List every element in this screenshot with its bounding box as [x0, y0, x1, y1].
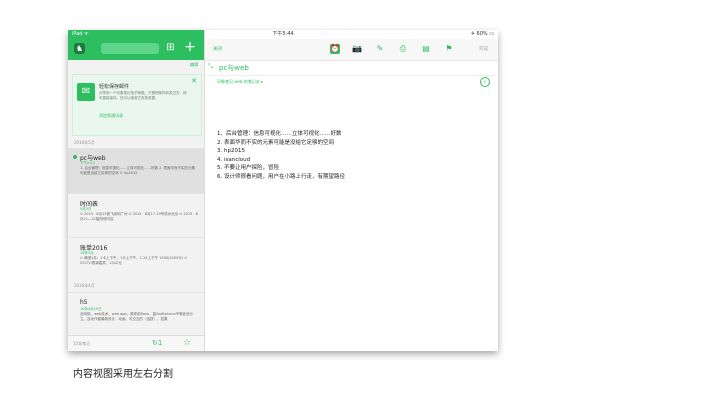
- list-item[interactable]: h5 16年4月15日 全网络、web技术、web app、原来用flash、蓝…: [68, 292, 204, 336]
- flag-icon[interactable]: ⚑: [444, 44, 454, 54]
- close-icon[interactable]: ✕: [191, 77, 197, 85]
- notebook-selector[interactable]: 印象笔记.web 的笔记本 ▸: [217, 79, 263, 85]
- info-icon[interactable]: i: [480, 77, 490, 87]
- pen-icon[interactable]: ✎: [375, 44, 385, 54]
- note-snippet: ⊙ 2015 · 8月13首飞深圳广州 ⊙ 2015 · 8月17-19号杭州北…: [80, 212, 198, 221]
- envelope-icon: ✉: [77, 83, 95, 101]
- figure-caption: 内容视图采用左右分割: [73, 369, 173, 380]
- editor-toolbar: 关闭 ⏰ 📷 ✎ ⎙ ▤ ⚑ 完成: [205, 39, 498, 61]
- note-snippet: 全网络、web技术、web app、原来用flash、蓝Swiftphone不等…: [80, 312, 194, 321]
- close-button[interactable]: 关闭: [213, 46, 222, 52]
- presentation-icon[interactable]: ▤: [421, 44, 431, 54]
- email-tip-card: ✉ 轻松保存邮件 分享到一个印象笔记电子邮箱，只需把邮件转发过去，即可直接保存。…: [72, 74, 202, 136]
- new-note-icon[interactable]: ⊞: [165, 42, 176, 54]
- note-snippet: ⊙ 美团1月：1卡上下午，1卡上下午，1.24上下午 1500(1000卡) ⊙…: [80, 256, 188, 265]
- note-line: 6. 设计师很看问题，用户在小路上行走，有期望路径: [217, 173, 345, 180]
- battery-indicator: ✈ 60% ▭: [470, 31, 494, 37]
- share-icon[interactable]: ⎙: [398, 44, 408, 54]
- star-icon[interactable]: ☆: [183, 338, 191, 348]
- note-line: 1、后台管理：信息可视化……立体可视化……好数: [217, 131, 342, 137]
- status-bar: iPad ᯤ 下午5:44 ✈ 60% ▭: [68, 30, 498, 39]
- tip-body: 分享到一个印象笔记电子邮箱，只需把邮件转发过去，即可直接保存。还可以使用它存放收…: [99, 91, 187, 100]
- list-item[interactable]: pc与web 下午5:43 1. 后台管理：信息可视化……立体可视化……好数 2…: [68, 148, 204, 194]
- month-header: 2016年4月: [74, 283, 95, 288]
- note-title-field[interactable]: pc与web: [219, 63, 249, 73]
- list-item[interactable]: 账单2016 16年5月 ⊙ 美团1月：1卡上下午，1卡上下午，1.24上下午 …: [68, 237, 204, 283]
- add-note-button[interactable]: +: [183, 39, 197, 55]
- note-body[interactable]: 1、后台管理：信息可视化……立体可视化……好数 2. 表面华而不实的元素可能是没…: [217, 130, 477, 181]
- reminder-icon[interactable]: ⏰: [330, 44, 340, 54]
- note-editor: 关闭 ⏰ 📷 ✎ ⎙ ▤ ⚑ 完成 ⤡ pc与web 印象笔记.web 的笔记本…: [205, 30, 498, 351]
- evernote-logo-icon[interactable]: ♞: [74, 43, 85, 54]
- note-line: 4. isancloud: [217, 156, 251, 163]
- notebook-row: 印象笔记.web 的笔记本 ▸ i: [205, 76, 498, 88]
- tip-title: 轻松保存邮件: [99, 84, 130, 90]
- expand-icon[interactable]: ⤡: [208, 63, 213, 71]
- note-title: h5: [80, 299, 88, 306]
- done-button[interactable]: 完成: [479, 46, 488, 52]
- note-line: 3. hp2015: [217, 148, 245, 154]
- note-count: 10条笔记: [73, 341, 91, 346]
- search-input[interactable]: [101, 43, 159, 54]
- camera-icon[interactable]: 📷: [352, 44, 362, 54]
- note-line: 5. 不要让用户探险，冒险: [217, 165, 279, 171]
- month-header: 2016年5月: [74, 140, 95, 145]
- tablet-screen: iPad ᯤ 下午5:44 ✈ 60% ▭ ♞ ⊞ + 编辑 ✉ 轻松保存邮件 …: [68, 30, 498, 351]
- note-list-sidebar: ♞ ⊞ + 编辑 ✉ 轻松保存邮件 分享到一个印象笔记电子邮箱，只需把邮件转发过…: [68, 30, 205, 351]
- unsaved-dot-icon: [73, 155, 77, 159]
- edit-button[interactable]: 编辑: [190, 62, 198, 68]
- sync-icon[interactable]: ↻1: [152, 339, 162, 347]
- add-contact-link[interactable]: 添加到通讯录: [99, 113, 123, 119]
- note-title-row: ⤡ pc与web: [205, 61, 498, 76]
- sidebar-footer: 10条笔记 ↻1 ☆: [68, 335, 204, 351]
- status-time: 下午5:44: [272, 31, 294, 37]
- note-line: 2. 表面华而不实的元素可能是没给它足够的空间: [217, 139, 334, 146]
- note-snippet: 1. 后台管理：信息可视化……立体可视化……好数 2. 表面华而不实的元素可能是…: [80, 166, 196, 175]
